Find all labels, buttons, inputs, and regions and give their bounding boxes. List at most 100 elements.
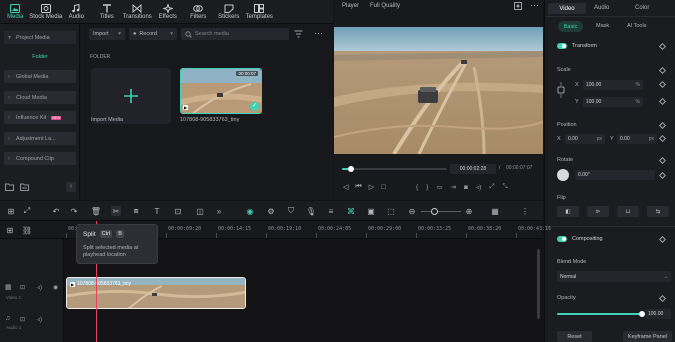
reset-button[interactable]: Reset <box>557 331 592 342</box>
toolbar-stickers[interactable]: Stickers <box>214 0 245 24</box>
keyframe-icon[interactable] <box>658 97 667 106</box>
playback-progress-track[interactable] <box>342 166 447 172</box>
keyframe-icon[interactable] <box>658 294 667 303</box>
mark-in-icon[interactable]: { <box>416 184 418 191</box>
insert-icon[interactable]: ⇥ <box>451 183 456 191</box>
more-icon[interactable]: ⋯ <box>314 28 323 39</box>
step-back-icon[interactable]: ⏮ <box>355 183 361 191</box>
aspect-icon[interactable]: ⬚ <box>386 206 396 216</box>
opacity-field[interactable]: 100.00 <box>645 309 671 319</box>
rotate-dial[interactable] <box>557 169 569 181</box>
toolbar-templates[interactable]: Templates <box>244 0 275 24</box>
opacity-slider[interactable] <box>557 311 645 317</box>
play-icon[interactable]: ▷ <box>369 183 374 191</box>
undo-icon[interactable]: ↶ <box>51 206 61 216</box>
mute-icon[interactable]: ◃) <box>37 284 42 291</box>
lock-icon[interactable]: ⊡ <box>20 284 25 291</box>
sidebar-item-folder[interactable]: Folder <box>4 51 76 63</box>
subtab-mask[interactable]: Mask <box>596 23 609 29</box>
toolbar-transitions[interactable]: Transitions <box>122 0 153 24</box>
expand-icon[interactable]: ⤡ <box>503 183 508 191</box>
text-icon[interactable]: T <box>152 206 162 216</box>
sidebar-item-cloud-media[interactable]: › Cloud Media <box>4 91 76 104</box>
keyframe-icon[interactable] <box>658 235 667 244</box>
rotate-ccw-button[interactable]: ⇆ <box>647 206 669 217</box>
position-x-field[interactable]: 0.00 px <box>565 134 605 144</box>
grid-icon[interactable]: ⊞ <box>6 206 16 216</box>
filter-icon[interactable] <box>294 30 303 38</box>
toolbar-filters[interactable]: Filters <box>183 0 214 24</box>
subtab-basic[interactable]: Basic <box>558 21 583 32</box>
zoom-slider-knob[interactable] <box>431 208 438 215</box>
render-icon[interactable]: ◉ <box>245 206 255 216</box>
volume-icon[interactable]: ◃) <box>476 183 481 191</box>
toolbar-media[interactable]: Media <box>0 0 31 24</box>
playhead-knob[interactable] <box>348 166 355 172</box>
compositing-toggle[interactable] <box>557 236 567 242</box>
keyframe-icon[interactable] <box>658 171 667 180</box>
marker-icon[interactable]: ⚙ <box>266 206 276 216</box>
transform-toggle[interactable] <box>557 43 567 49</box>
zoom-slider[interactable] <box>421 208 461 215</box>
player-tab[interactable]: Player <box>342 3 359 9</box>
keyframe-icon[interactable] <box>658 121 667 130</box>
new-folder-icon[interactable] <box>5 183 14 191</box>
position-y-field[interactable]: 0.00 px <box>617 134 657 144</box>
tab-audio[interactable]: Audio <box>594 5 609 11</box>
picture-in-picture-icon[interactable]: ▣ <box>366 206 376 216</box>
scale-y-field[interactable]: 100.00 % <box>583 97 643 107</box>
rotate-cw-button[interactable]: ⊔ <box>617 206 639 217</box>
sidebar-item-compound-clip[interactable]: › Compound Clip <box>4 152 76 165</box>
timeline-more-icon[interactable]: ⋮ <box>520 206 530 216</box>
freeze-icon[interactable]: ⊡ <box>173 206 183 216</box>
mute-icon[interactable]: ◃) <box>37 316 42 323</box>
sidebar-item-influence-kit[interactable]: › Influence Kit NEW <box>4 111 76 124</box>
zoom-out-icon[interactable]: ⊖ <box>407 206 417 216</box>
blend-mode-select[interactable]: Normal ⌄ <box>557 271 671 282</box>
stop-icon[interactable]: □ <box>381 184 385 191</box>
flip-vertical-button[interactable]: ⊳ <box>587 206 609 217</box>
flip-horizontal-button[interactable]: ◧ <box>557 206 579 217</box>
more-icon[interactable]: ⋯ <box>530 0 539 11</box>
rotate-field[interactable]: 0.00° <box>575 170 655 180</box>
keyframe-panel-button[interactable]: Keyframe Panel <box>623 331 672 342</box>
fullscreen-icon[interactable]: ⤢ <box>489 183 494 191</box>
quality-select[interactable]: Full Quality <box>370 3 400 9</box>
timeline-video-clip[interactable]: ▶ 107808-905833763_tiny <box>66 277 246 309</box>
link-tracks-icon[interactable]: ⛓ <box>22 225 32 235</box>
keyframe-icon[interactable] <box>658 134 667 143</box>
toolbar-audio[interactable]: Audio <box>61 0 92 24</box>
keyframe-icon[interactable] <box>658 42 667 51</box>
search-input[interactable]: Search media <box>181 28 289 40</box>
snapshot-icon[interactable] <box>514 2 522 10</box>
prev-frame-icon[interactable]: ◁ <box>343 183 348 191</box>
tab-color[interactable]: Color <box>635 5 649 11</box>
keyframe-icon[interactable] <box>658 66 667 75</box>
snap-icon[interactable]: ⌘ <box>346 206 356 216</box>
record-button[interactable]: ● Record ▾ <box>129 28 177 40</box>
speed-icon[interactable]: ◫ <box>195 206 205 216</box>
split-icon[interactable]: ✂ <box>111 206 121 216</box>
tab-video[interactable]: Video <box>548 3 586 14</box>
keyframe-icon[interactable] <box>658 156 667 165</box>
scale-x-field[interactable]: 100.00 % <box>583 80 643 90</box>
subtab-ai-tools[interactable]: AI Tools <box>627 23 646 29</box>
shield-icon[interactable]: ⛉ <box>286 206 296 216</box>
add-track-icon[interactable]: ⊞ <box>5 225 15 235</box>
sidebar-item-project-media[interactable]: ▾ Project Media <box>4 31 76 44</box>
folder-icon[interactable] <box>20 183 29 191</box>
collapse-sidebar-button[interactable]: ‹ <box>66 182 76 192</box>
video-preview[interactable] <box>334 27 543 154</box>
eye-icon[interactable]: ◉ <box>53 284 58 291</box>
import-button[interactable]: Import ▾ <box>89 28 125 40</box>
camera-icon[interactable]: ◙ <box>464 184 468 191</box>
select-tool-icon[interactable]: ⤢ <box>22 206 32 216</box>
microphone-icon[interactable]: 🎙 <box>306 206 316 216</box>
redo-icon[interactable]: ↷ <box>69 206 79 216</box>
sidebar-item-adjustment-layer[interactable]: › Adjustment La... <box>4 132 76 145</box>
import-media-tile[interactable] <box>91 68 171 124</box>
zoom-in-icon[interactable]: ⊕ <box>464 206 474 216</box>
more-tools-icon[interactable]: » <box>214 206 224 216</box>
keyframe-icon[interactable] <box>658 80 667 89</box>
timeline-scrollbar[interactable] <box>537 249 540 319</box>
